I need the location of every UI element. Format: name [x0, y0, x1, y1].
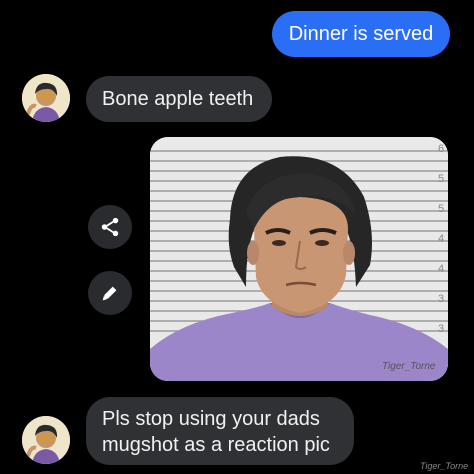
avatar-illustration	[22, 416, 70, 464]
received-message-text-line: Pls stop using your dads	[102, 408, 320, 430]
artist-signature: Tiger_Torne	[382, 361, 436, 372]
share-button[interactable]	[88, 205, 132, 249]
height-mark: 4	[438, 233, 444, 245]
mugshot-illustration: 6 5 5 4 4 3 3	[150, 137, 448, 381]
height-mark: 5	[438, 173, 444, 185]
sent-message-bubble[interactable]: Dinner is served	[272, 11, 450, 57]
received-message-text-line: mugshot as a reaction pic	[102, 434, 330, 456]
avatar-illustration	[22, 74, 70, 122]
height-mark: 6	[438, 143, 444, 155]
mugshot-image[interactable]: 6 5 5 4 4 3 3	[150, 137, 448, 381]
height-mark: 3	[438, 293, 444, 305]
watermark: Tiger_Torne	[420, 461, 469, 471]
received-message-bubble[interactable]: Pls stop using your dads mugshot as a re…	[86, 397, 354, 465]
height-mark: 5	[438, 203, 444, 215]
edit-button[interactable]	[88, 271, 132, 315]
height-mark: 3	[438, 323, 444, 335]
pencil-icon	[102, 286, 117, 301]
contact-avatar[interactable]	[22, 74, 70, 122]
sent-message-text: Dinner is served	[288, 23, 434, 45]
contact-avatar[interactable]	[22, 416, 70, 464]
share-icon	[101, 217, 119, 237]
height-mark: 4	[438, 263, 444, 275]
received-message-bubble[interactable]: Bone apple teeth	[86, 76, 272, 122]
received-message-text: Bone apple teeth	[102, 88, 254, 110]
